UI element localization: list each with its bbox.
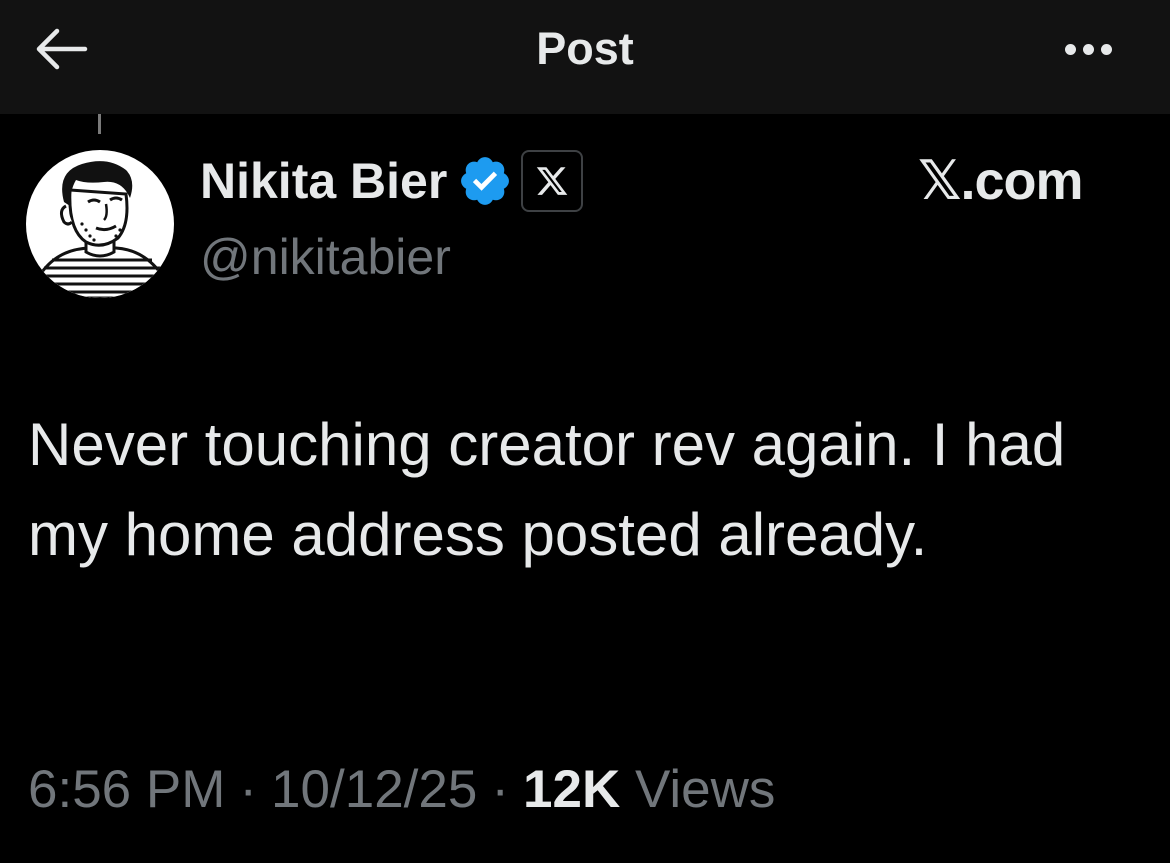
author-name-row: Nikita Bier	[200, 143, 584, 219]
back-button[interactable]	[28, 22, 94, 76]
top-navigation-bar: Post	[0, 0, 1170, 114]
arrow-left-icon	[36, 28, 88, 70]
avatar-illustration	[36, 161, 166, 298]
author-display-name[interactable]: Nikita Bier	[200, 143, 447, 219]
author-handle[interactable]: @nikitabier	[200, 222, 451, 292]
avatar[interactable]	[26, 150, 174, 298]
more-dot	[1082, 43, 1094, 55]
affiliate-label[interactable]: 𝕏.com	[918, 146, 1084, 216]
views-label: Views	[634, 760, 776, 819]
more-horizontal-icon	[1064, 43, 1076, 55]
x-logo-icon	[537, 167, 568, 195]
more-options-button[interactable]	[1052, 22, 1124, 76]
verified-badge-icon[interactable]	[457, 153, 513, 209]
separator: ·	[491, 760, 510, 819]
post-date[interactable]: 10/12/25	[271, 760, 477, 819]
page-title: Post	[536, 23, 634, 74]
post-text: Never touching creator rev again. I had …	[28, 411, 1066, 568]
views-count: 12K	[523, 760, 621, 819]
more-dot	[1100, 43, 1112, 55]
affiliate-badge[interactable]	[521, 150, 584, 212]
post-time[interactable]: 6:56 PM	[28, 760, 225, 819]
post-metadata: 6:56 PM · 10/12/25 · 12K Views	[28, 752, 775, 828]
separator: ·	[239, 760, 258, 819]
thread-connector-line	[98, 114, 101, 134]
